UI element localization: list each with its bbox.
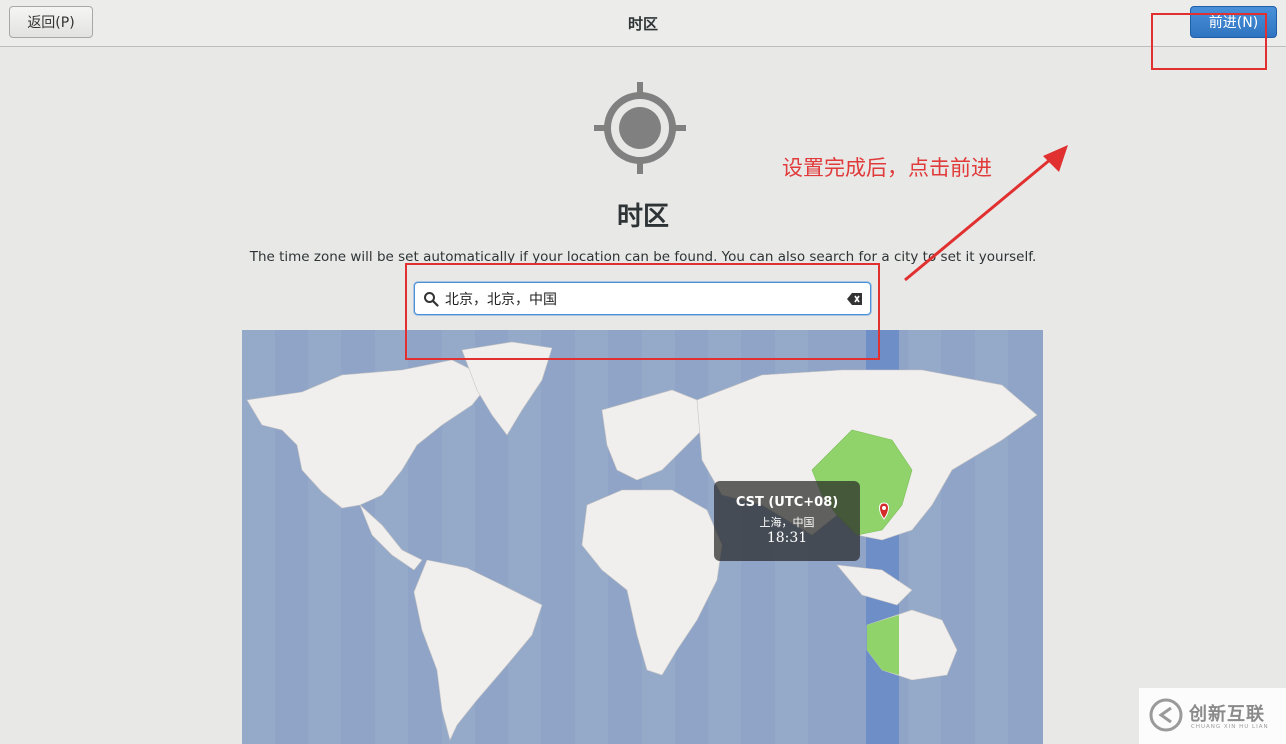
tooltip-zone: CST (UTC+08) — [735, 495, 839, 510]
page-title: 时区 — [616, 202, 669, 232]
timezone-tooltip: CST (UTC+08) 上海，中国 18:31 — [714, 481, 860, 561]
world-timezone-map[interactable] — [242, 330, 1043, 744]
location-crosshair-icon — [594, 82, 686, 174]
search-highlight-box — [405, 263, 880, 360]
header-bar: 返回(P) 时区 前进(N) — [0, 0, 1286, 47]
annotation-text: 设置完成后，点击前进 — [782, 156, 992, 180]
header-title: 时区 — [627, 15, 658, 33]
world-map-drawing — [242, 330, 1038, 744]
watermark: 创新互联 CHUANG XIN HU LIAN — [1139, 688, 1286, 744]
watermark-logo-icon — [1149, 698, 1183, 732]
watermark-text: 创新互联 — [1189, 704, 1265, 725]
watermark-subtext: CHUANG XIN HU LIAN — [1191, 724, 1269, 730]
europe — [601, 389, 703, 481]
tooltip-city: 上海，中国 — [759, 516, 815, 529]
tooltip-time: 18:31 — [766, 530, 808, 546]
next-button-highlight-box — [1151, 13, 1267, 70]
